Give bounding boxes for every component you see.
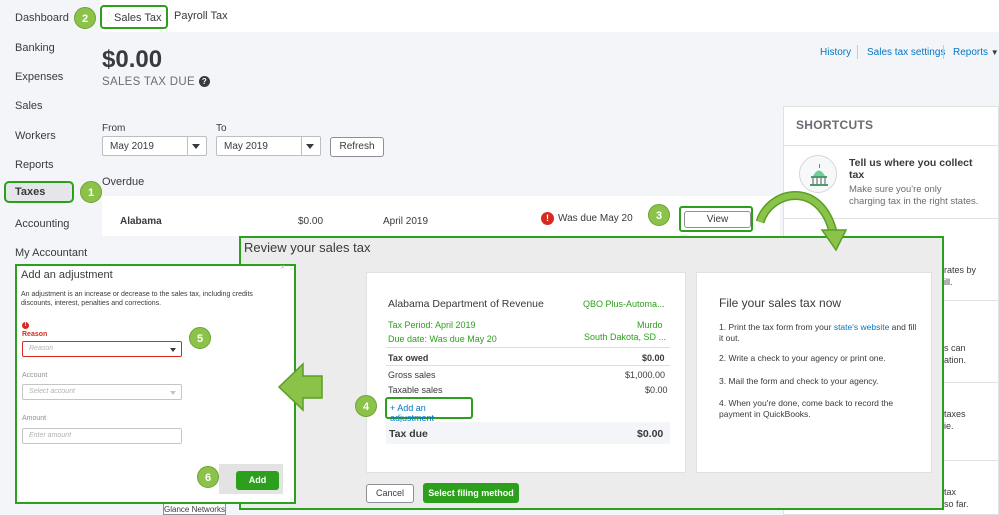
annotation-arrows — [277, 191, 848, 412]
left-arrow-icon — [277, 362, 323, 412]
step-badge: 6 — [197, 466, 219, 488]
step-badge: 4 — [355, 395, 377, 417]
step-badge: 2 — [74, 7, 96, 29]
arrow-head-icon — [820, 229, 848, 252]
step-badge: 1 — [80, 181, 102, 203]
curved-arrow-icon — [755, 191, 838, 234]
step-badge: 3 — [648, 204, 670, 226]
step-badge: 5 — [189, 327, 211, 349]
